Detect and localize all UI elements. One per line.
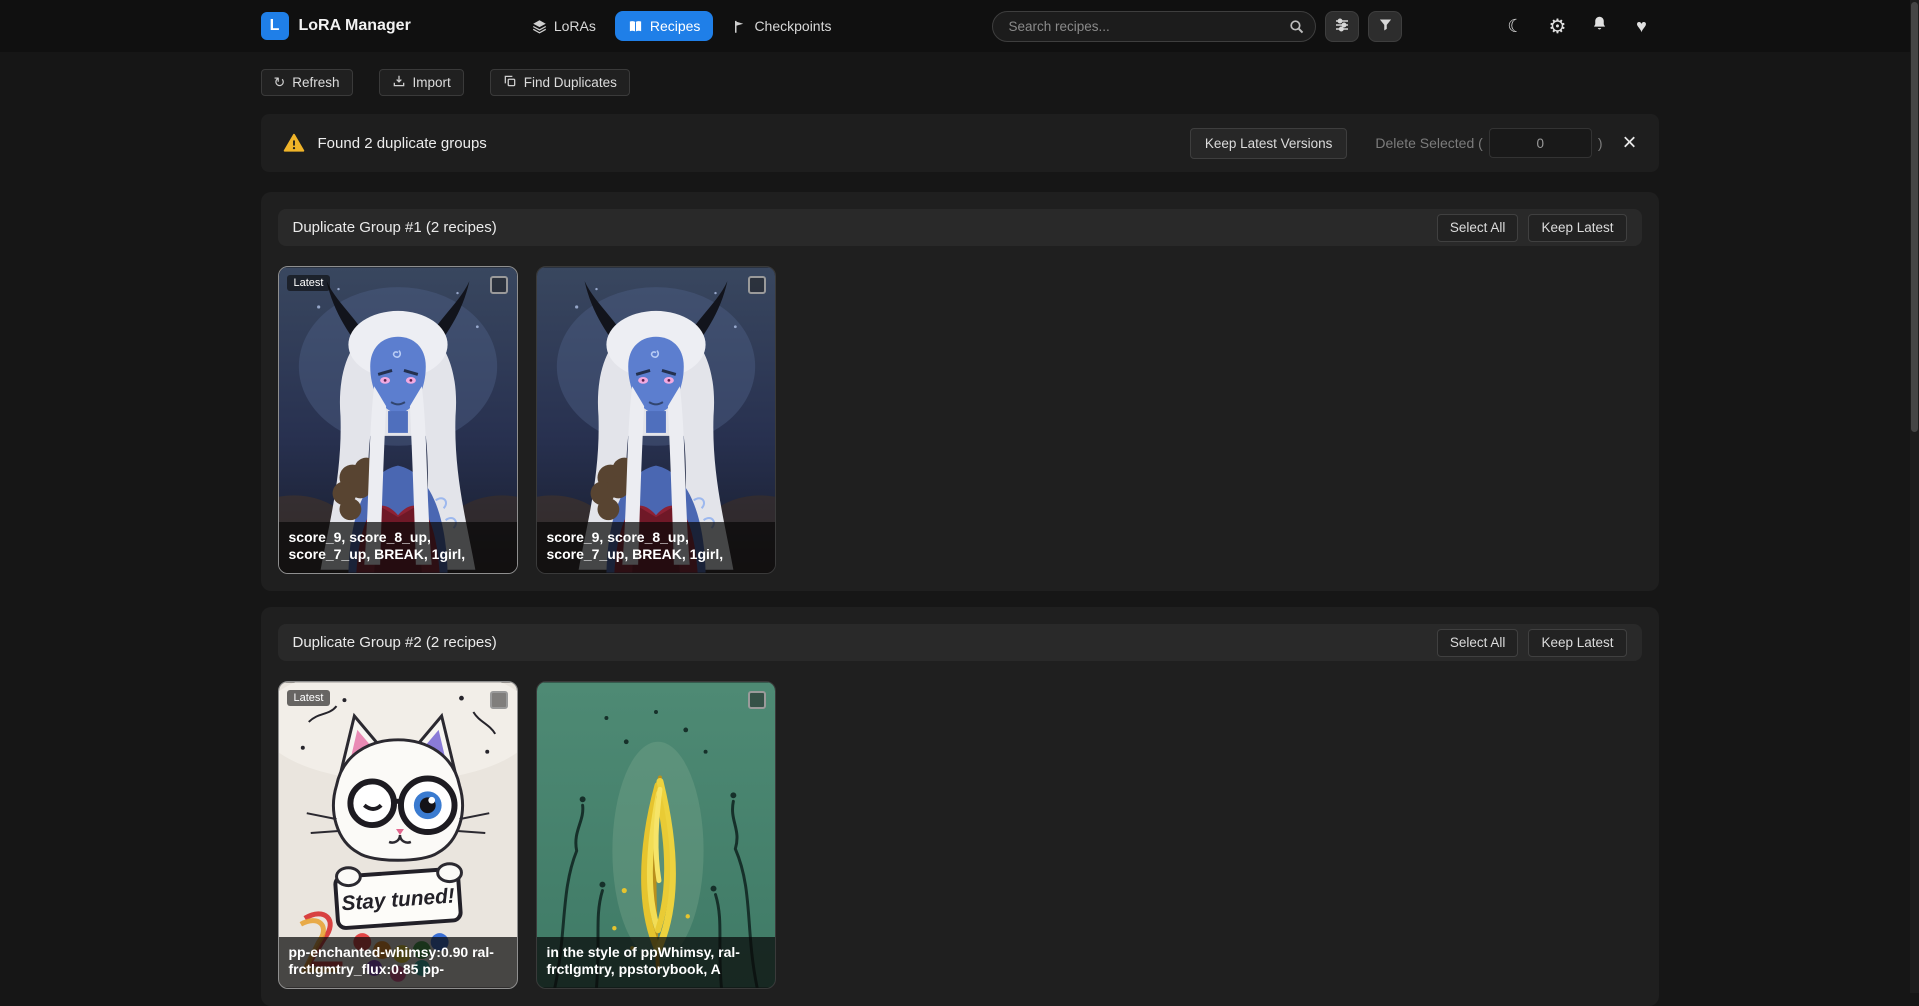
banner-actions: Keep Latest Versions Delete Selected ( )… <box>1190 128 1637 159</box>
card-row: Latest score_9, score_8_up, score_7_up, … <box>278 266 1642 574</box>
main-content: ↻ Refresh Import Find Duplicates Found 2… <box>261 69 1659 1006</box>
delete-selected-area: Delete Selected ( ) <box>1375 128 1602 158</box>
warning-icon <box>283 132 305 154</box>
sliders-icon <box>1334 17 1350 36</box>
banner-message: Found 2 duplicate groups <box>318 135 487 152</box>
refresh-label: Refresh <box>292 75 339 90</box>
navbar: L LoRA Manager LoRAs Recipes <box>0 0 1919 52</box>
recipe-caption: score_9, score_8_up, score_7_up, BREAK, … <box>537 522 775 573</box>
app-logo-icon: L <box>261 12 289 40</box>
delete-count-input[interactable] <box>1489 128 1592 158</box>
duplicate-group-1: Duplicate Group #1 (2 recipes) Select Al… <box>261 192 1659 591</box>
select-all-button[interactable]: Select All <box>1437 214 1519 242</box>
card-row: Latest pp-enchanted-whimsy:0.90 ral-frct… <box>278 681 1642 989</box>
search-input[interactable] <box>992 11 1316 42</box>
recipe-card[interactable]: Latest score_9, score_8_up, score_7_up, … <box>278 266 518 574</box>
card-checkbox[interactable] <box>490 276 508 294</box>
gear-icon: ⚙ <box>1549 14 1567 39</box>
recipe-caption: pp-enchanted-whimsy:0.90 ral-frctlgmtry_… <box>279 937 517 988</box>
settings-button[interactable]: ⚙ <box>1541 9 1575 43</box>
refresh-icon: ↻ <box>274 74 286 91</box>
scrollbar-thumb[interactable] <box>1911 2 1918 432</box>
recipe-caption: score_9, score_8_up, score_7_up, BREAK, … <box>279 522 517 573</box>
group-title: Duplicate Group #1 (2 recipes) <box>293 219 497 236</box>
group-header: Duplicate Group #2 (2 recipes) Select Al… <box>278 624 1642 661</box>
checkpoint-flag-icon <box>732 19 747 34</box>
notifications-button[interactable] <box>1583 9 1617 43</box>
recipes-toolbar: ↻ Refresh Import Find Duplicates <box>261 69 1659 96</box>
tab-checkpoints[interactable]: Checkpoints <box>719 11 844 41</box>
tab-recipes[interactable]: Recipes <box>615 11 714 41</box>
delete-selected-prefix: Delete Selected ( <box>1375 135 1482 151</box>
tab-loras[interactable]: LoRAs <box>519 11 609 41</box>
import-icon <box>392 74 406 91</box>
find-duplicates-label: Find Duplicates <box>524 75 617 90</box>
search-area <box>992 11 1402 42</box>
duplicates-banner: Found 2 duplicate groups Keep Latest Ver… <box>261 114 1659 172</box>
funnel-icon <box>1378 17 1393 35</box>
keep-latest-button[interactable]: Keep Latest <box>1528 629 1626 657</box>
keep-latest-button[interactable]: Keep Latest <box>1528 214 1626 242</box>
heart-icon: ♥ <box>1636 16 1647 37</box>
brand-name: LoRA Manager <box>299 17 411 35</box>
duplicate-group-2: Duplicate Group #2 (2 recipes) Select Al… <box>261 607 1659 1006</box>
import-label: Import <box>413 75 451 90</box>
tab-label: LoRAs <box>554 18 596 34</box>
close-icon: × <box>1622 129 1636 156</box>
latest-badge: Latest <box>287 275 331 291</box>
group-title: Duplicate Group #2 (2 recipes) <box>293 634 497 651</box>
bell-icon <box>1591 15 1608 37</box>
close-banner-button[interactable]: × <box>1622 131 1636 155</box>
brand[interactable]: L LoRA Manager <box>261 12 411 40</box>
theme-toggle-button[interactable]: ☾ <box>1499 9 1533 43</box>
copy-icon <box>503 74 517 91</box>
recipe-card[interactable]: score_9, score_8_up, score_7_up, BREAK, … <box>536 266 776 574</box>
filter-button[interactable] <box>1368 11 1402 42</box>
group-actions: Select All Keep Latest <box>1437 629 1627 657</box>
latest-badge: Latest <box>287 690 331 706</box>
import-button[interactable]: Import <box>379 69 464 96</box>
nav-right-actions: ☾ ⚙ ♥ <box>1499 9 1659 43</box>
search-icon[interactable] <box>1288 18 1305 40</box>
refresh-button[interactable]: ↻ Refresh <box>261 69 353 96</box>
recipe-caption: in the style of ppWhimsy, ral-frctlgmtry… <box>537 937 775 988</box>
tab-label: Checkpoints <box>754 18 831 34</box>
recipe-card[interactable]: in the style of ppWhimsy, ral-frctlgmtry… <box>536 681 776 989</box>
scrollbar[interactable] <box>1910 0 1919 993</box>
recipe-card[interactable]: Latest pp-enchanted-whimsy:0.90 ral-frct… <box>278 681 518 989</box>
moon-icon: ☾ <box>1507 16 1523 37</box>
group-header: Duplicate Group #1 (2 recipes) Select Al… <box>278 209 1642 246</box>
book-icon <box>628 19 643 34</box>
select-all-button[interactable]: Select All <box>1437 629 1519 657</box>
card-checkbox[interactable] <box>490 691 508 709</box>
card-checkbox[interactable] <box>748 691 766 709</box>
group-actions: Select All Keep Latest <box>1437 214 1627 242</box>
card-checkbox[interactable] <box>748 276 766 294</box>
find-duplicates-button[interactable]: Find Duplicates <box>490 69 630 96</box>
app-root: L LoRA Manager LoRAs Recipes <box>0 0 1919 1006</box>
sort-options-button[interactable] <box>1325 11 1359 42</box>
layers-icon <box>532 19 547 34</box>
tab-label: Recipes <box>650 18 701 34</box>
logo-letter: L <box>270 17 280 35</box>
delete-selected-suffix: ) <box>1598 135 1603 151</box>
keep-latest-versions-button[interactable]: Keep Latest Versions <box>1190 128 1348 159</box>
nav-tabs: LoRAs Recipes Checkpoints <box>519 11 845 41</box>
favorites-button[interactable]: ♥ <box>1625 9 1659 43</box>
